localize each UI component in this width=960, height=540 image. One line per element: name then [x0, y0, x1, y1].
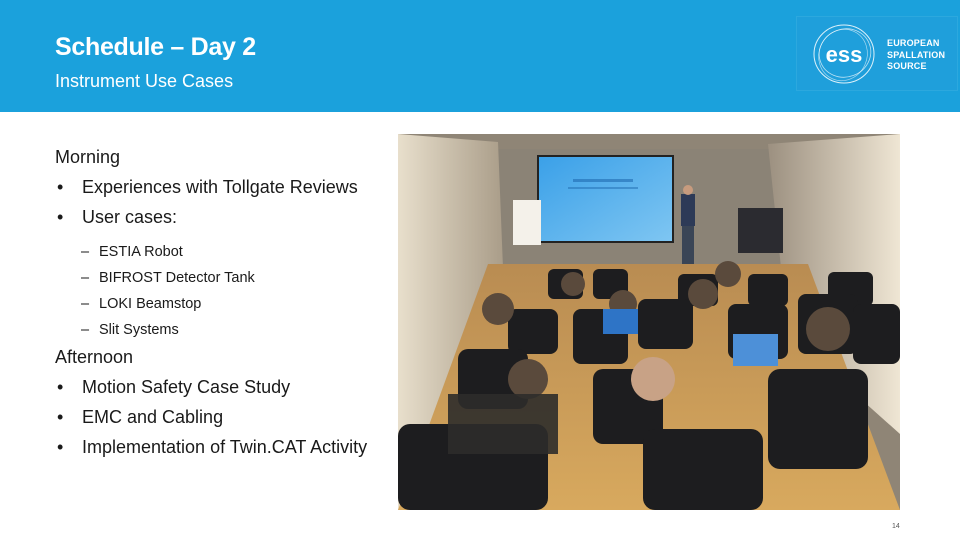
dash-icon: –: [81, 270, 90, 286]
ess-logo-icon: ess: [813, 24, 875, 84]
agenda-item-label: Motion Safety Case Study: [82, 377, 291, 397]
slide-title: Schedule – Day 2: [55, 33, 256, 61]
coat-rack: [738, 208, 783, 253]
agenda-item-label: User cases:: [82, 207, 178, 227]
dash-icon: –: [81, 322, 90, 338]
meeting-photo: [398, 134, 900, 510]
bullet-icon: •: [57, 207, 64, 227]
agenda-item-label: Experiences with Tollgate Reviews: [82, 177, 358, 197]
dash-icon: –: [81, 244, 90, 260]
flipchart: [513, 200, 541, 245]
agenda-subitem: – BIFROST Detector Tank: [55, 267, 395, 293]
page-number: 14: [892, 523, 900, 530]
agenda-subitem-label: BIFROST Detector Tank: [99, 270, 255, 286]
agenda-item: • Motion Safety Case Study: [55, 375, 395, 405]
agenda-item-label: EMC and Cabling: [82, 407, 224, 427]
laptop: [733, 334, 778, 366]
agenda-subitem: – ESTIA Robot: [55, 241, 395, 267]
ess-logo-text: EUROPEAN SPALLATION SOURCE: [887, 38, 945, 73]
dash-icon: –: [81, 296, 90, 312]
agenda-content: Morning • Experiences with Tollgate Revi…: [55, 145, 395, 465]
slide-subtitle: Instrument Use Cases: [55, 71, 234, 91]
bullet-icon: •: [57, 437, 64, 457]
presenter: [681, 194, 695, 226]
projection-screen: [537, 155, 674, 243]
meeting-photo-illustration: [398, 134, 900, 510]
agenda-subitem-label: Slit Systems: [99, 322, 179, 338]
ess-logo: ess EUROPEAN SPALLATION SOURCE: [797, 17, 957, 90]
bullet-icon: •: [57, 407, 64, 427]
logo-line: EUROPEAN: [887, 38, 940, 48]
bullet-icon: •: [57, 377, 64, 397]
laptop: [603, 309, 638, 334]
agenda-subitem-label: ESTIA Robot: [99, 244, 183, 260]
morning-heading: Morning: [55, 147, 121, 167]
agenda-item: • Implementation of Twin.CAT Activity: [55, 435, 395, 465]
ess-logo-mark-text: ess: [826, 42, 863, 67]
agenda-item-label: Implementation of Twin.CAT Activity: [82, 437, 368, 457]
agenda-item: • Experiences with Tollgate Reviews: [55, 175, 395, 205]
logo-line: SOURCE: [887, 61, 927, 71]
afternoon-heading: Afternoon: [55, 347, 134, 367]
agenda-item: • EMC and Cabling: [55, 405, 395, 435]
bullet-icon: •: [57, 177, 64, 197]
agenda-subitem: – LOKI Beamstop: [55, 293, 395, 319]
logo-line: SPALLATION: [887, 49, 946, 60]
slide-header: Schedule – Day 2 Instrument Use Cases es…: [0, 0, 960, 112]
agenda-subitem-label: LOKI Beamstop: [99, 296, 202, 312]
agenda-item: • User cases:: [55, 205, 395, 235]
agenda-subitem: – Slit Systems: [55, 319, 395, 345]
